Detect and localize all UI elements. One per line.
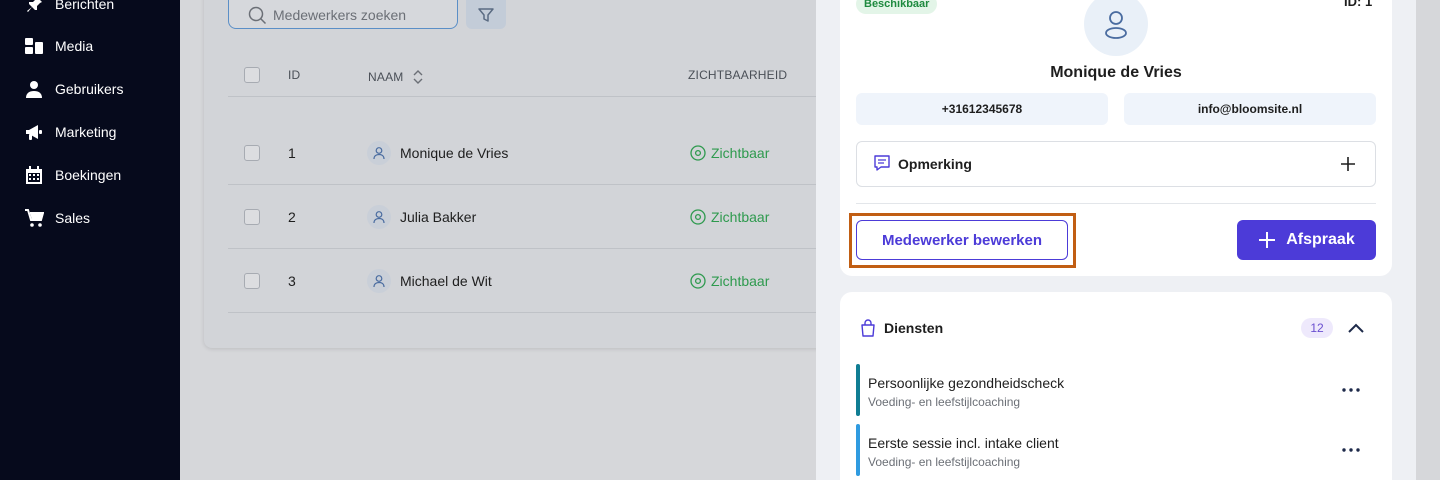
user-icon [373, 275, 385, 288]
avatar [367, 205, 391, 229]
phone-chip[interactable]: +31612345678 [856, 93, 1108, 125]
add-appointment-label: Afspraak [1286, 231, 1355, 248]
row-id: 3 [288, 273, 296, 289]
employees-card [204, 0, 844, 348]
row-checkbox[interactable] [244, 273, 260, 289]
user-icon [24, 79, 44, 99]
edit-employee-button[interactable]: Medewerker bewerken [856, 220, 1068, 260]
search-input[interactable]: Medewerkers zoeken [228, 0, 458, 29]
row-checkbox[interactable] [244, 145, 260, 161]
pin-icon [24, 0, 44, 14]
chevron-up-icon[interactable] [1345, 318, 1367, 338]
eye-icon [690, 209, 706, 225]
sidebar-item-boekingen[interactable]: Boekingen [24, 163, 121, 187]
status-badge: Beschikbaar [856, 0, 938, 14]
row-id: 1 [288, 145, 296, 161]
user-icon [373, 147, 385, 160]
sidebar-item-marketing[interactable]: Marketing [24, 120, 116, 144]
services-title: Diensten [884, 320, 944, 336]
sort-icon [413, 70, 423, 84]
add-appointment-button[interactable]: Afspraak [1237, 220, 1376, 260]
more-icon[interactable] [1340, 382, 1362, 398]
row-name[interactable]: Julia Bakker [400, 209, 476, 225]
column-header-name-label: NAAM [368, 70, 404, 84]
email-chip[interactable]: info@bloomsite.nl [1124, 93, 1376, 125]
service-color-bar [856, 364, 860, 416]
service-item[interactable]: Persoonlijke gezondheidscheck Voeding- e… [856, 364, 1376, 416]
sidebar-item-label: Media [55, 38, 94, 54]
divider [856, 203, 1376, 204]
comment-icon [872, 153, 898, 176]
add-note-icon[interactable] [1339, 155, 1357, 173]
avatar [367, 141, 391, 165]
sidebar: Berichten Media Gebruikers Marketing Boe… [0, 0, 180, 480]
filter-button[interactable] [466, 0, 506, 29]
eye-icon [690, 145, 706, 161]
service-category: Voeding- en leefstijlcoaching [868, 395, 1021, 409]
sidebar-item-label: Marketing [55, 124, 117, 140]
sidebar-item-label: Gebruikers [55, 81, 124, 97]
sidebar-item-label: Sales [55, 210, 91, 226]
column-header-visibility[interactable]: ZICHTBAARHEID [688, 68, 787, 82]
employee-id: ID: 1 [1344, 0, 1373, 9]
sidebar-item-berichten[interactable]: Berichten [24, 0, 114, 16]
visibility-label: Zichtbaar [711, 145, 770, 161]
cart-icon [24, 208, 44, 228]
row-divider [228, 184, 844, 185]
calendar-icon [24, 165, 44, 185]
sidebar-item-label: Berichten [55, 0, 115, 12]
plus-icon [1259, 232, 1276, 248]
select-all-checkbox[interactable] [244, 67, 260, 83]
column-header-id[interactable]: ID [288, 68, 300, 82]
media-icon [24, 36, 44, 56]
visibility-label: Zichtbaar [711, 209, 770, 225]
visibility-status: Zichtbaar [690, 209, 769, 225]
column-header-name[interactable]: NAAM [368, 68, 424, 86]
header-divider [228, 96, 844, 97]
visibility-label: Zichtbaar [711, 273, 770, 289]
note-section[interactable]: Opmerking [856, 141, 1376, 187]
sidebar-item-label: Boekingen [55, 167, 122, 183]
sidebar-item-gebruikers[interactable]: Gebruikers [24, 77, 123, 101]
row-checkbox[interactable] [244, 209, 260, 225]
visibility-status: Zichtbaar [690, 273, 769, 289]
row-divider [228, 312, 844, 313]
row-name[interactable]: Michael de Wit [400, 273, 492, 289]
service-color-bar [856, 424, 860, 476]
profile-name: Monique de Vries [1050, 64, 1182, 81]
service-name: Persoonlijke gezondheidscheck [868, 375, 1065, 391]
note-label: Opmerking [898, 156, 972, 172]
row-id: 2 [288, 209, 296, 225]
service-item[interactable]: Eerste sessie incl. intake client Voedin… [856, 424, 1376, 476]
user-icon [1105, 11, 1127, 39]
services-count-badge: 12 [1301, 318, 1333, 338]
avatar [367, 269, 391, 293]
row-divider [228, 248, 844, 249]
sidebar-item-media[interactable]: Media [24, 34, 93, 58]
eye-icon [690, 273, 706, 289]
filter-icon [478, 7, 494, 22]
service-category: Voeding- en leefstijlcoaching [868, 455, 1021, 469]
search-placeholder: Medewerkers zoeken [273, 6, 407, 23]
shopping-bag-icon [861, 319, 875, 337]
sidebar-item-sales[interactable]: Sales [24, 206, 90, 230]
services-header[interactable]: Diensten [858, 318, 943, 338]
visibility-status: Zichtbaar [690, 145, 769, 161]
row-name[interactable]: Monique de Vries [400, 145, 508, 161]
search-icon [248, 6, 267, 24]
more-icon[interactable] [1340, 442, 1362, 458]
megaphone-icon [24, 122, 44, 142]
service-name: Eerste sessie incl. intake client [868, 435, 1059, 451]
user-icon [373, 211, 385, 224]
